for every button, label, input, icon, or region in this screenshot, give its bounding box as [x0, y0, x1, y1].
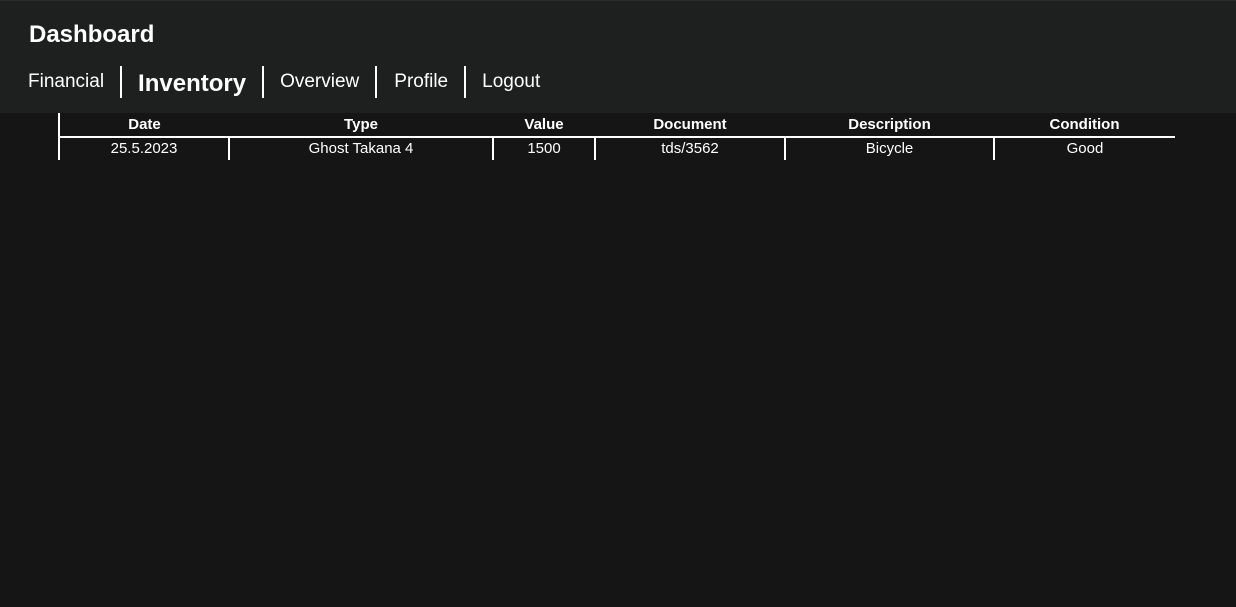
inventory-table: Date Type Value Document Description Con…	[58, 113, 1175, 160]
cell-date: 25.5.2023	[58, 137, 229, 160]
column-header-date[interactable]: Date	[58, 113, 229, 138]
cell-value: 1500	[492, 137, 595, 160]
column-header-document[interactable]: Document	[595, 113, 785, 138]
nav-item-profile[interactable]: Profile	[377, 65, 464, 98]
page-title: Dashboard	[29, 21, 155, 48]
cell-condition: Good	[993, 137, 1175, 160]
app-header: Dashboard Financial Inventory Overview P…	[0, 0, 1236, 113]
cell-description: Bicycle	[784, 137, 994, 160]
column-header-condition[interactable]: Condition	[994, 113, 1175, 138]
table-header-row: Date Type Value Document Description Con…	[58, 113, 1175, 138]
inventory-table-container: Date Type Value Document Description Con…	[58, 113, 1175, 160]
nav-item-overview[interactable]: Overview	[264, 65, 375, 98]
nav-item-logout[interactable]: Logout	[466, 65, 540, 98]
cell-document: tds/3562	[594, 137, 785, 160]
cell-type: Ghost Takana 4	[228, 137, 493, 160]
nav-item-inventory[interactable]: Inventory	[122, 63, 262, 100]
table-row[interactable]: 25.5.2023 Ghost Takana 4 1500 tds/3562 B…	[58, 137, 1175, 160]
column-header-value[interactable]: Value	[493, 113, 595, 138]
column-header-description[interactable]: Description	[785, 113, 994, 138]
nav-item-financial[interactable]: Financial	[28, 65, 120, 98]
main-nav: Financial Inventory Overview Profile Log…	[28, 65, 540, 98]
column-header-type[interactable]: Type	[229, 113, 493, 138]
